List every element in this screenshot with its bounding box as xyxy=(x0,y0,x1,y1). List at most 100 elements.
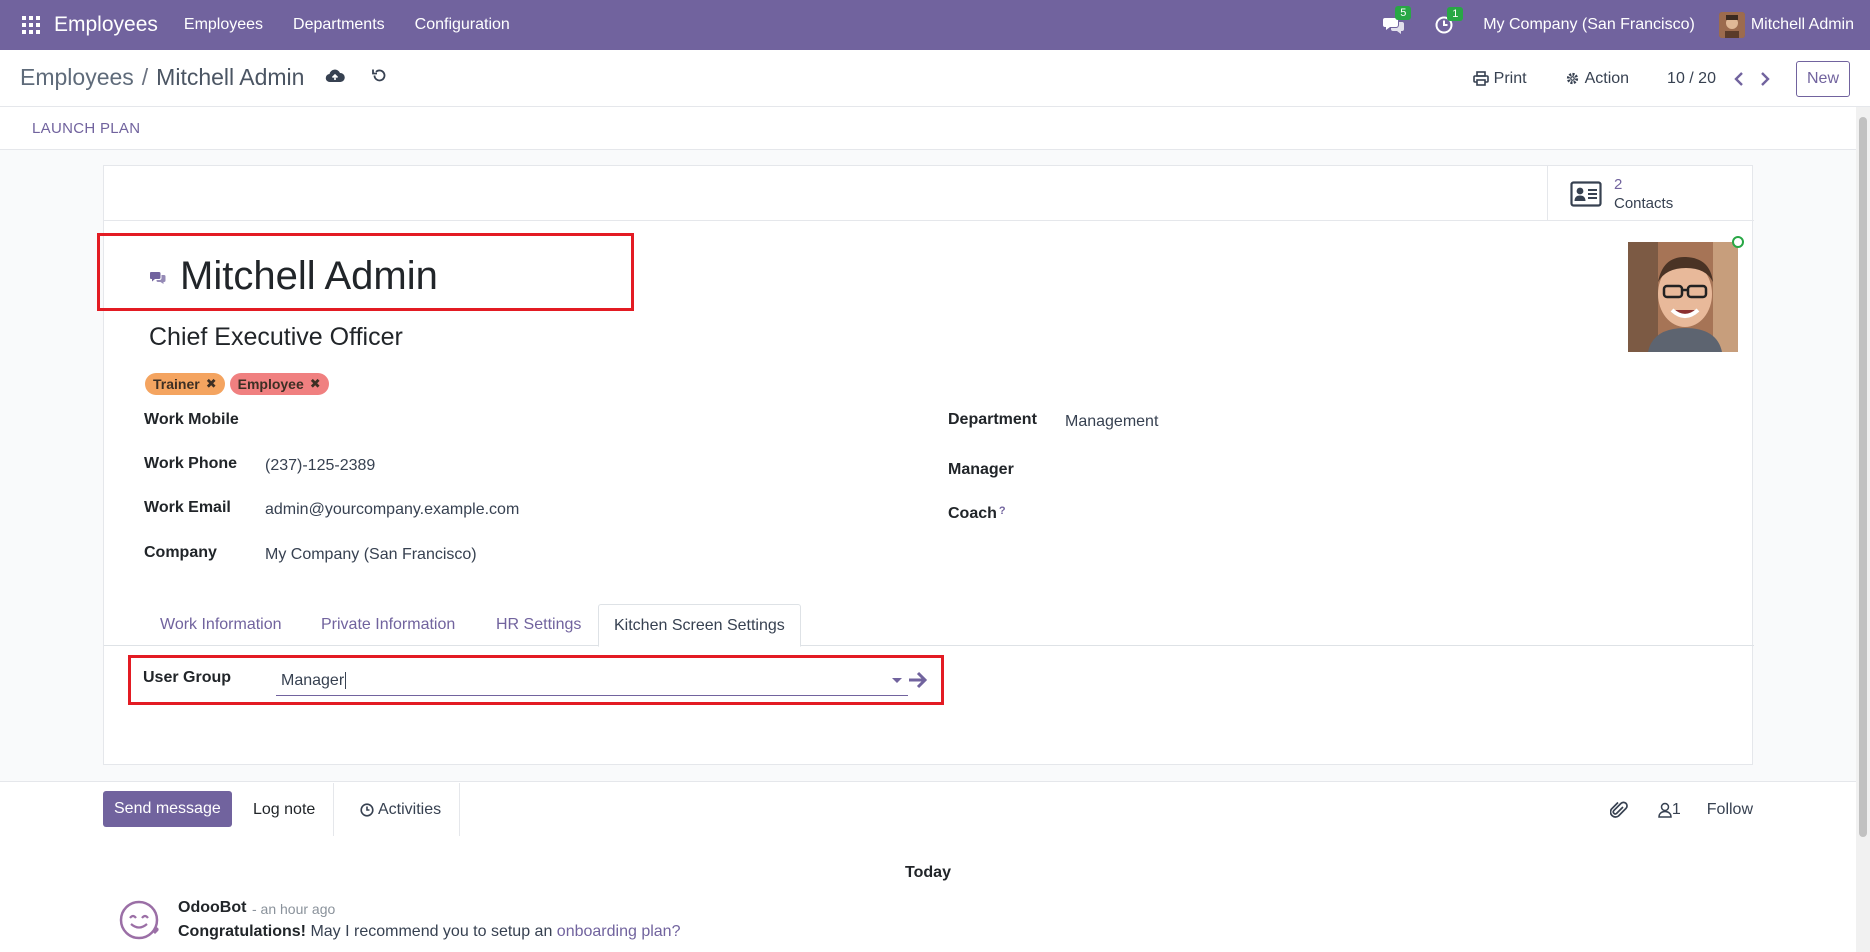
tag-label: Employee xyxy=(237,376,304,392)
breadcrumb-employees[interactable]: Employees xyxy=(20,64,134,91)
page-scrollbar[interactable] xyxy=(1856,107,1870,952)
breadcrumb-separator: / xyxy=(141,64,149,90)
tag-trainer: Trainer ✖ xyxy=(145,373,225,395)
messages-button[interactable]: 5 xyxy=(1383,6,1412,35)
user-avatar[interactable] xyxy=(1718,12,1745,38)
user-photo-icon xyxy=(1718,12,1745,38)
employee-name[interactable]: Mitchell Admin xyxy=(180,254,438,299)
internal-link-arrow-icon[interactable] xyxy=(908,670,930,690)
work-email-input[interactable]: admin@yourcompany.example.com xyxy=(265,501,519,519)
address-card-icon xyxy=(1570,180,1602,207)
remove-tag-icon[interactable]: ✖ xyxy=(310,376,321,392)
job-title[interactable]: Chief Executive Officer xyxy=(149,323,403,352)
chevron-right-icon xyxy=(1761,71,1770,86)
clock-icon xyxy=(360,803,374,817)
form-sheet: 2 Contacts Mitchell Admin Chief Executiv… xyxy=(97,165,1754,765)
gear-icon xyxy=(1566,72,1578,85)
new-button[interactable]: New xyxy=(1795,60,1850,97)
user-group-value: Manager xyxy=(281,672,345,689)
department-label: Department xyxy=(948,411,1037,428)
print-button[interactable]: Print xyxy=(1472,70,1527,88)
message-body: Congratulations! May I recommend you to … xyxy=(178,923,680,941)
activities-label: Activities xyxy=(378,801,442,818)
menu-departments[interactable]: Departments xyxy=(293,16,385,34)
work-phone-label: Work Phone xyxy=(144,455,238,472)
tab-private-information[interactable]: Private Information xyxy=(306,604,470,646)
breadcrumb: Employees / Mitchell Admin xyxy=(20,64,304,91)
messages-badge: 5 xyxy=(1395,6,1412,20)
tab-hr-settings[interactable]: HR Settings xyxy=(481,604,596,646)
work-mobile-input[interactable] xyxy=(265,411,765,433)
launch-plan-button[interactable]: LAUNCH PLAN xyxy=(32,120,140,137)
pager-value[interactable]: 10 / 20 xyxy=(1667,70,1716,88)
contacts-count: 2 xyxy=(1614,175,1623,193)
followers-count: 1 xyxy=(1671,800,1681,818)
activities-button[interactable]: 1 xyxy=(1435,7,1464,34)
manager-label: Manager xyxy=(948,461,1014,478)
action-label: Action xyxy=(1584,69,1630,87)
log-note-button[interactable]: Log note xyxy=(235,783,335,837)
chatter-topbar: Send message Log note Activities 1 Follo… xyxy=(0,781,1870,837)
menu-configuration[interactable]: Configuration xyxy=(415,16,510,34)
status-bar: LAUNCH PLAN xyxy=(0,107,1870,150)
chatter-thread: Today OdooBot - an hour ago Congratulati… xyxy=(0,836,1870,952)
tab-work-information[interactable]: Work Information xyxy=(145,604,297,646)
tags-field[interactable]: Trainer ✖ Employee ✖ xyxy=(145,373,334,395)
paperclip-icon[interactable] xyxy=(1609,800,1628,820)
follow-button[interactable]: Follow xyxy=(1707,801,1753,819)
top-navbar: Employees Employees Departments Configur… xyxy=(0,0,1870,50)
button-box: 2 Contacts xyxy=(104,166,1754,221)
dropdown-caret-icon[interactable] xyxy=(892,678,902,683)
user-group-label: User Group xyxy=(143,669,232,686)
coach-help-icon[interactable]: ? xyxy=(999,505,1006,517)
scrollbar-thumb[interactable] xyxy=(1859,117,1867,837)
action-button[interactable]: Action xyxy=(1565,70,1629,88)
online-status-icon xyxy=(1732,236,1744,248)
pager-previous[interactable] xyxy=(1734,71,1744,86)
department-input[interactable]: Management xyxy=(1065,413,1158,431)
discard-icon[interactable] xyxy=(371,67,388,84)
remove-tag-icon[interactable]: ✖ xyxy=(206,376,217,392)
pager-next[interactable] xyxy=(1760,71,1770,86)
tag-label: Trainer xyxy=(153,376,200,392)
odoobot-avatar-icon xyxy=(119,900,159,940)
message-text: May I recommend you to setup an xyxy=(306,923,557,940)
app-name[interactable]: Employees xyxy=(54,13,158,37)
activities-badge: 1 xyxy=(1447,7,1464,21)
work-phone-input[interactable]: (237)-125-2389 xyxy=(265,457,375,475)
tag-employee: Employee ✖ xyxy=(229,373,329,395)
employee-photo[interactable] xyxy=(1628,242,1738,352)
coach-input[interactable] xyxy=(1065,505,1565,527)
chevron-left-icon xyxy=(1734,71,1743,86)
company-input[interactable]: My Company (San Francisco) xyxy=(265,546,477,564)
message-bold-text: Congratulations! xyxy=(178,923,306,940)
contacts-smart-button[interactable]: 2 Contacts xyxy=(1547,166,1754,221)
manager-input[interactable] xyxy=(1065,461,1565,483)
user-menu[interactable]: Mitchell Admin xyxy=(1751,16,1854,34)
activities-button[interactable]: Activities xyxy=(342,783,461,837)
onboarding-plan-link[interactable]: onboarding plan? xyxy=(557,923,681,940)
notebook-tabs: Work Information Private Information HR … xyxy=(104,604,1754,647)
employee-portrait-icon xyxy=(1628,242,1738,352)
printer-icon xyxy=(1472,71,1489,86)
chat-icon[interactable] xyxy=(150,270,166,284)
contacts-label: Contacts xyxy=(1614,194,1674,212)
company-switcher[interactable]: My Company (San Francisco) xyxy=(1483,16,1695,34)
user-group-select[interactable]: Manager xyxy=(276,670,908,696)
menu-employees[interactable]: Employees xyxy=(184,16,263,34)
message-author[interactable]: OdooBot xyxy=(178,899,246,917)
coach-label-text: Coach xyxy=(948,505,997,522)
apps-menu-icon[interactable] xyxy=(20,14,42,36)
coach-label: Coach? xyxy=(948,505,1006,523)
employee-name-highlight: Mitchell Admin xyxy=(97,233,634,311)
user-group-highlight: User Group Manager xyxy=(128,655,944,705)
message-time: - an hour ago xyxy=(252,901,336,917)
send-message-button[interactable]: Send message xyxy=(103,791,232,827)
work-mobile-label: Work Mobile xyxy=(144,411,239,428)
date-separator: Today xyxy=(905,864,951,881)
tab-kitchen-screen-settings[interactable]: Kitchen Screen Settings xyxy=(598,604,801,647)
followers-button[interactable]: 1 xyxy=(1658,801,1681,819)
cloud-upload-icon[interactable] xyxy=(325,68,345,84)
control-panel: Employees / Mitchell Admin Print Action … xyxy=(0,50,1870,107)
user-icon xyxy=(1658,802,1672,818)
